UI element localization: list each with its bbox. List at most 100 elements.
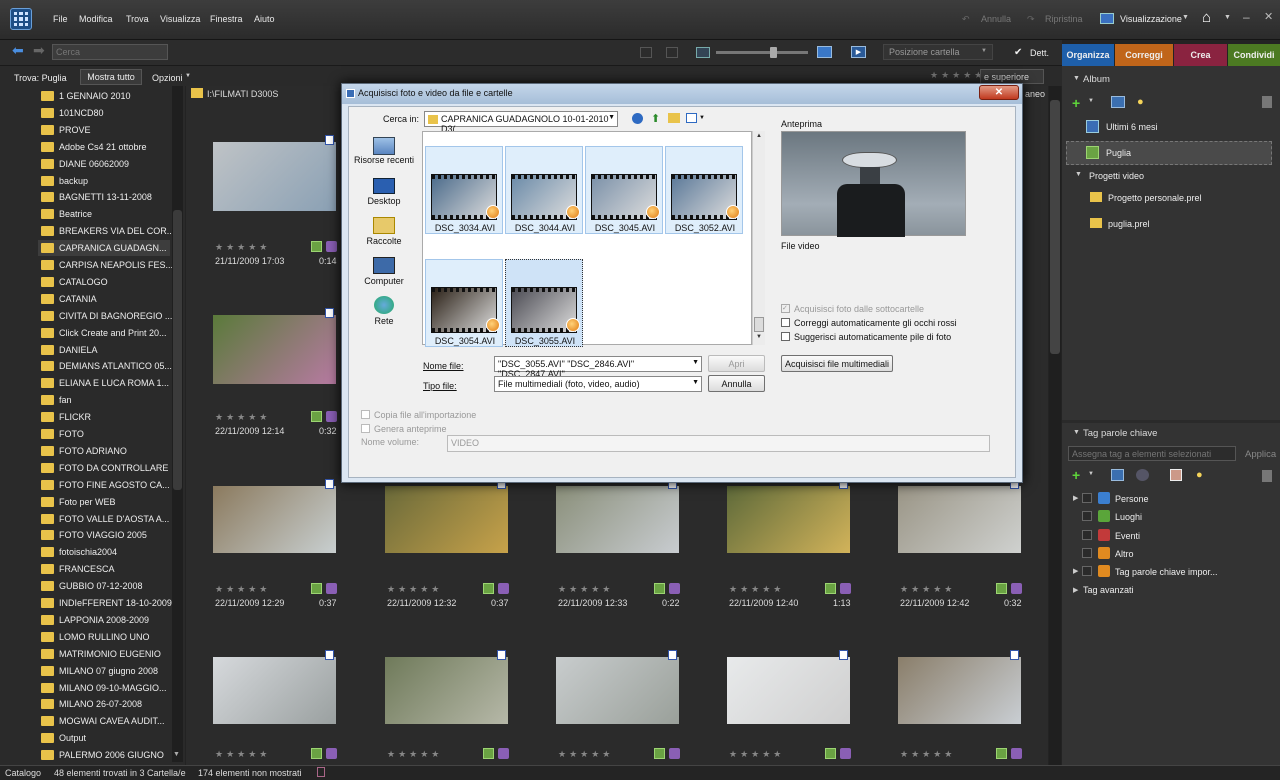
album-item-puglia[interactable]: Puglia [1106, 148, 1131, 158]
folder-item[interactable]: Beatrice [38, 206, 170, 222]
media-thumbnail[interactable] [898, 657, 1021, 724]
details-checkbox-icon[interactable]: ✔ [1014, 47, 1022, 58]
app-logo-icon[interactable] [10, 8, 32, 30]
media-thumbnail[interactable] [385, 486, 508, 553]
folder-item[interactable]: DEMIANS ATLANTICO 05... [38, 358, 172, 374]
projects-collapse-icon[interactable]: ▼ [1075, 171, 1082, 178]
place-network[interactable]: Rete [353, 296, 415, 326]
tag-cloud-icon[interactable] [1136, 469, 1149, 481]
keyword-item[interactable]: Altro [1115, 549, 1134, 559]
media-thumbnail[interactable] [213, 142, 336, 211]
media-thumbnail[interactable] [385, 657, 508, 724]
folder-item[interactable]: MILANO 07 giugno 2008 [38, 663, 170, 679]
expand-icon[interactable]: ▶ [1073, 494, 1078, 502]
folder-item[interactable]: backup [38, 173, 170, 189]
zoom-slider-handle[interactable] [770, 47, 777, 58]
rating-stars[interactable]: ★★★★★ [558, 584, 613, 595]
view-menu[interactable]: Visualizzazione [1120, 14, 1182, 24]
keyword-checkbox[interactable] [1082, 566, 1092, 577]
folder-item[interactable]: ELIANA E LUCA ROMA 1... [38, 375, 170, 391]
media-thumbnail[interactable] [213, 315, 336, 384]
folder-item[interactable]: 1 GENNAIO 2010 [38, 88, 170, 104]
tab-crea[interactable]: Crea [1174, 44, 1227, 66]
rating-stars[interactable]: ★★★★★ [387, 749, 442, 760]
keyword-checkbox[interactable] [1082, 511, 1092, 522]
get-media-button[interactable]: Acquisisci file multimediali [781, 355, 893, 372]
file-item[interactable]: DSC_3045.AVI [585, 146, 663, 234]
folder-item[interactable]: FLICKR [38, 409, 170, 425]
rating-stars[interactable]: ★★★★★ [930, 70, 985, 81]
rating-stars[interactable]: ★★★★★ [387, 584, 442, 595]
folder-item[interactable]: LOMO RULLINO UNO [38, 629, 170, 645]
keyword-item[interactable]: Eventi [1115, 531, 1140, 541]
menu-aiuto[interactable]: Aiuto [254, 14, 275, 24]
folder-item[interactable]: DANIELA [38, 342, 170, 358]
file-item[interactable]: DSC_3044.AVI [505, 146, 583, 234]
menu-visualizza[interactable]: Visualizza [160, 14, 200, 24]
file-item[interactable]: DSC_3034.AVI [425, 146, 503, 234]
menu-modifica[interactable]: Modifica [79, 14, 113, 24]
folder-item[interactable]: INDIeFFERENT 18-10-2009 [38, 595, 172, 611]
rating-stars[interactable]: ★★★★★ [900, 584, 955, 595]
folder-item[interactable]: fan [38, 392, 170, 408]
media-thumbnail[interactable] [898, 486, 1021, 553]
place-recent[interactable]: Risorse recenti [353, 137, 415, 165]
keyword-checkbox[interactable] [1082, 493, 1092, 503]
media-thumbnail[interactable] [556, 657, 679, 724]
media-thumbnail[interactable] [727, 486, 850, 553]
folder-item[interactable]: FRANCESCA [38, 561, 170, 577]
folder-item[interactable]: 101NCD80 [38, 105, 170, 121]
rating-stars[interactable]: ★★★★★ [729, 584, 784, 595]
lightbulb-icon[interactable]: ● [1137, 96, 1144, 108]
trash-icon[interactable] [1262, 96, 1272, 108]
dialog-close-button[interactable]: ✕ [979, 85, 1019, 100]
slideshow-icon[interactable]: ▶ [851, 46, 866, 58]
back-nav-icon[interactable] [632, 113, 643, 124]
forward-arrow-icon[interactable]: ➡ [33, 43, 47, 57]
edit-album-icon[interactable] [1111, 96, 1125, 108]
rotate-left-icon[interactable] [640, 47, 652, 58]
stacks-checkbox[interactable] [781, 332, 790, 341]
folder-item[interactable]: CARPISA NEAPOLIS FES... [38, 257, 173, 273]
folder-item[interactable]: CIVITA DI BAGNOREGIO ... [38, 308, 172, 324]
place-desktop[interactable]: Desktop [353, 178, 415, 206]
keyword-item[interactable]: Luoghi [1115, 512, 1142, 522]
view-menu-icon[interactable] [686, 113, 697, 123]
search-input[interactable] [52, 44, 168, 60]
advanced-tags[interactable]: Tag avanzati [1083, 585, 1134, 595]
folder-item[interactable]: PROVE [38, 122, 170, 138]
up-folder-icon[interactable]: ⬆ [651, 112, 660, 125]
folder-item[interactable]: CATANIA [38, 291, 170, 307]
look-in-select[interactable]: CAPRANICA GUADAGNOLO 10-01-2010 D3( ▼ [424, 111, 618, 134]
folder-item[interactable]: Adobe Cs4 21 ottobre [38, 139, 170, 155]
folder-item[interactable]: FOTO VALLE D'AOSTA A... [38, 511, 170, 527]
filename-input[interactable]: "DSC_3055.AVI" "DSC_2846.AVI" "DSC_2847.… [494, 356, 702, 379]
tab-correggi[interactable]: Correggi [1115, 44, 1173, 66]
file-list-scrollbar[interactable]: ▲ ▼ [752, 131, 765, 345]
back-arrow-icon[interactable]: ⬅ [12, 43, 26, 57]
place-computer[interactable]: Computer [353, 257, 415, 286]
keyword-checkbox[interactable] [1082, 547, 1092, 558]
cancel-button[interactable]: Annulla [708, 375, 765, 392]
previews-checkbox[interactable] [361, 424, 370, 433]
tag-lightbulb-icon[interactable]: ● [1196, 469, 1203, 481]
rating-stars[interactable]: ★★★★★ [215, 749, 270, 760]
project-item-1[interactable]: Progetto personale.prel [1108, 193, 1202, 203]
tree-scrollbar-thumb[interactable] [173, 210, 182, 490]
folder-item[interactable]: MOGWAI CAVEA AUDIT... [38, 713, 170, 729]
apply-button[interactable]: Applica [1245, 449, 1276, 460]
status-catalog[interactable]: Catalogo [5, 768, 41, 778]
assign-tag-input[interactable] [1068, 446, 1236, 461]
folder-item[interactable]: FOTO [38, 426, 170, 442]
folder-item[interactable]: Foto per WEB [38, 494, 170, 510]
file-item[interactable]: DSC_3054.AVI [425, 259, 503, 347]
rating-filter-select[interactable]: e superiore [980, 69, 1044, 84]
edit-tag-icon[interactable] [1111, 469, 1124, 481]
expand-icon[interactable]: ▶ [1073, 567, 1078, 575]
add-tag-icon[interactable]: + [1072, 467, 1080, 483]
rating-stars[interactable]: ★★★★★ [215, 242, 270, 253]
album-item-ultimi[interactable]: Ultimi 6 mesi [1106, 122, 1158, 132]
tag-trash-icon[interactable] [1262, 470, 1272, 482]
folder-item[interactable]: GUBBIO 07-12-2008 [38, 578, 170, 594]
face-icon[interactable] [1170, 469, 1182, 481]
